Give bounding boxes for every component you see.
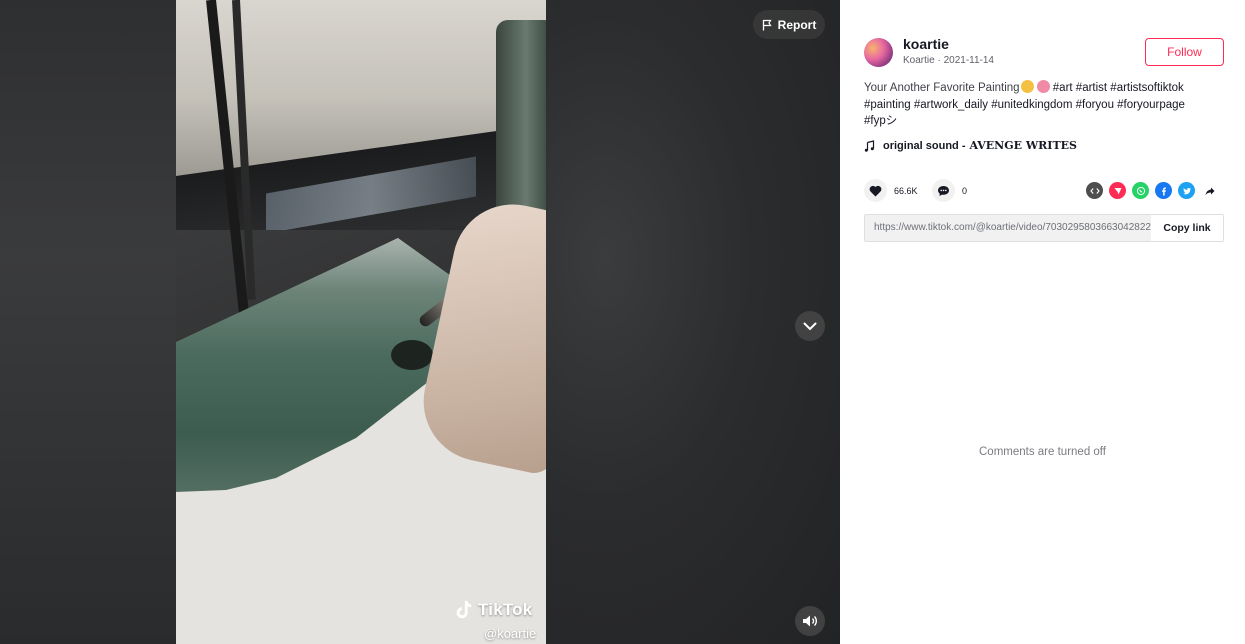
tiktok-watermark-text: TikTok bbox=[478, 600, 533, 619]
post-caption: Your Another Favorite Painting #art #art… bbox=[864, 80, 1224, 130]
facebook-share-button[interactable] bbox=[1155, 182, 1172, 199]
music-artist: AVENGE WRITES bbox=[969, 139, 1077, 152]
tiktok-watermark: TikTok bbox=[452, 599, 532, 621]
like-count: 66.6K bbox=[894, 185, 918, 196]
post-details-panel: koartie Koartie · 2021-11-14 Follow Your… bbox=[840, 0, 1245, 644]
more-share-button[interactable] bbox=[1201, 182, 1218, 199]
follow-button[interactable]: Follow bbox=[1145, 38, 1224, 66]
caption-text: Your Another Favorite Painting bbox=[864, 82, 1020, 94]
tiktok-share-icon bbox=[1114, 187, 1121, 194]
music-link[interactable]: original sound - AVENGE WRITES bbox=[864, 139, 1077, 152]
tiktok-share-button[interactable] bbox=[1109, 182, 1126, 199]
video-scene-bristle bbox=[391, 340, 433, 370]
video-player[interactable] bbox=[176, 0, 546, 644]
video-stage: TikTok @koartie Report bbox=[0, 0, 840, 644]
hashtags-line-3[interactable]: #fypシ bbox=[864, 115, 897, 127]
report-label: Report bbox=[777, 17, 817, 32]
twitter-icon bbox=[1182, 187, 1191, 194]
share-link-url[interactable]: https://www.tiktok.com/@koartie/video/70… bbox=[865, 215, 1151, 241]
music-note-icon bbox=[864, 139, 875, 152]
like-stat: 66.6K bbox=[864, 179, 918, 202]
whatsapp-icon bbox=[1136, 186, 1145, 195]
author-subline: Koartie · 2021-11-14 bbox=[903, 55, 994, 66]
comment-count: 0 bbox=[962, 185, 968, 196]
face-emoji-icon bbox=[1020, 80, 1034, 93]
music-title: original sound - bbox=[883, 139, 966, 152]
facebook-icon bbox=[1161, 187, 1166, 195]
share-link-box: https://www.tiktok.com/@koartie/video/70… bbox=[864, 214, 1224, 242]
like-button[interactable] bbox=[864, 179, 887, 202]
tiktok-logo-icon bbox=[456, 600, 472, 619]
hashtags-line-1[interactable]: #art #artist #artistsoftiktok bbox=[1053, 82, 1184, 94]
twitter-share-button[interactable] bbox=[1178, 182, 1195, 199]
comment-button[interactable] bbox=[932, 179, 955, 202]
copy-link-button[interactable]: Copy link bbox=[1151, 215, 1223, 241]
flag-icon bbox=[762, 19, 772, 30]
share-arrow-icon bbox=[1205, 187, 1214, 195]
avatar[interactable] bbox=[864, 38, 893, 67]
heart-icon bbox=[869, 185, 882, 196]
flower-emoji-icon bbox=[1036, 80, 1050, 93]
report-button[interactable]: Report bbox=[753, 10, 825, 39]
sound-toggle-button[interactable] bbox=[795, 606, 825, 636]
video-blur-left bbox=[0, 0, 176, 644]
share-buttons bbox=[1086, 182, 1218, 199]
embed-button[interactable] bbox=[1086, 182, 1103, 199]
speaker-icon bbox=[803, 615, 817, 627]
hashtags-line-2[interactable]: #painting #artwork_daily #unitedkingdom … bbox=[864, 99, 1185, 111]
next-video-button[interactable] bbox=[795, 311, 825, 341]
comment-icon bbox=[938, 185, 949, 196]
whatsapp-share-button[interactable] bbox=[1132, 182, 1149, 199]
author-username[interactable]: koartie bbox=[903, 36, 949, 52]
embed-icon bbox=[1089, 187, 1100, 194]
comments-disabled-notice: Comments are turned off bbox=[979, 446, 1106, 458]
chevron-down-icon bbox=[803, 322, 817, 330]
watermark-username: @koartie bbox=[484, 626, 537, 641]
comment-stat: 0 bbox=[932, 179, 967, 202]
